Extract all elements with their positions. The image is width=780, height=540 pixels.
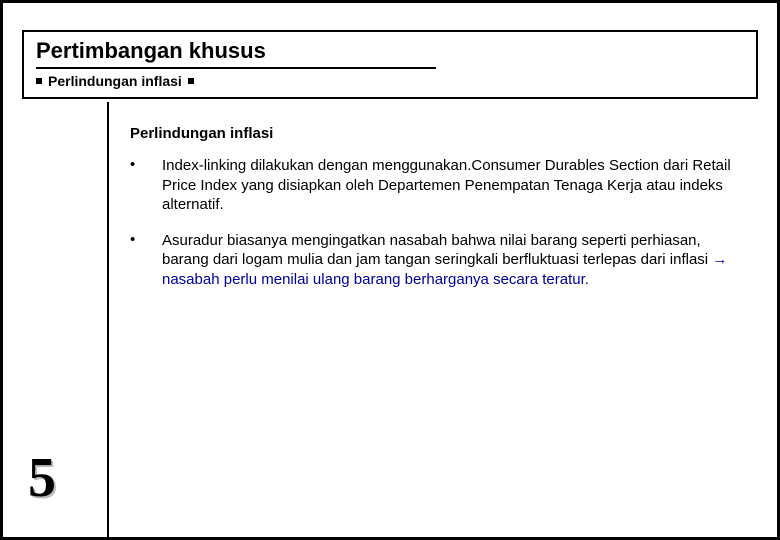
slide-subtitle: Perlindungan inflasi [48,73,182,89]
dot-icon [36,78,42,84]
bullet-icon: • [130,156,162,215]
page-number: 5 [28,446,56,510]
list-item: • Asuradur biasanya mengingatkan nasabah… [130,231,750,290]
subtitle-row: Perlindungan inflasi [36,73,744,89]
arrow-icon: → [712,251,727,268]
header-box: Pertimbangan khusus Perlindungan inflasi [22,30,758,99]
list-item: • Index-linking dilakukan dengan menggun… [130,156,750,215]
bullet-text-plain: Asuradur biasanya mengingatkan nasabah b… [162,232,712,269]
slide-title: Pertimbangan khusus [36,38,436,69]
bullet-icon: • [130,231,162,290]
content-area: Perlindungan inflasi • Index-linking dil… [130,125,750,305]
section-heading: Perlindungan inflasi [130,125,750,142]
bullet-text: Asuradur biasanya mengingatkan nasabah b… [162,231,750,290]
dot-icon [188,78,194,84]
bullet-text-emphasis: nasabah perlu menilai ulang barang berha… [162,271,589,288]
vertical-divider [107,102,109,538]
bullet-text: Index-linking dilakukan dengan menggunak… [162,156,750,215]
